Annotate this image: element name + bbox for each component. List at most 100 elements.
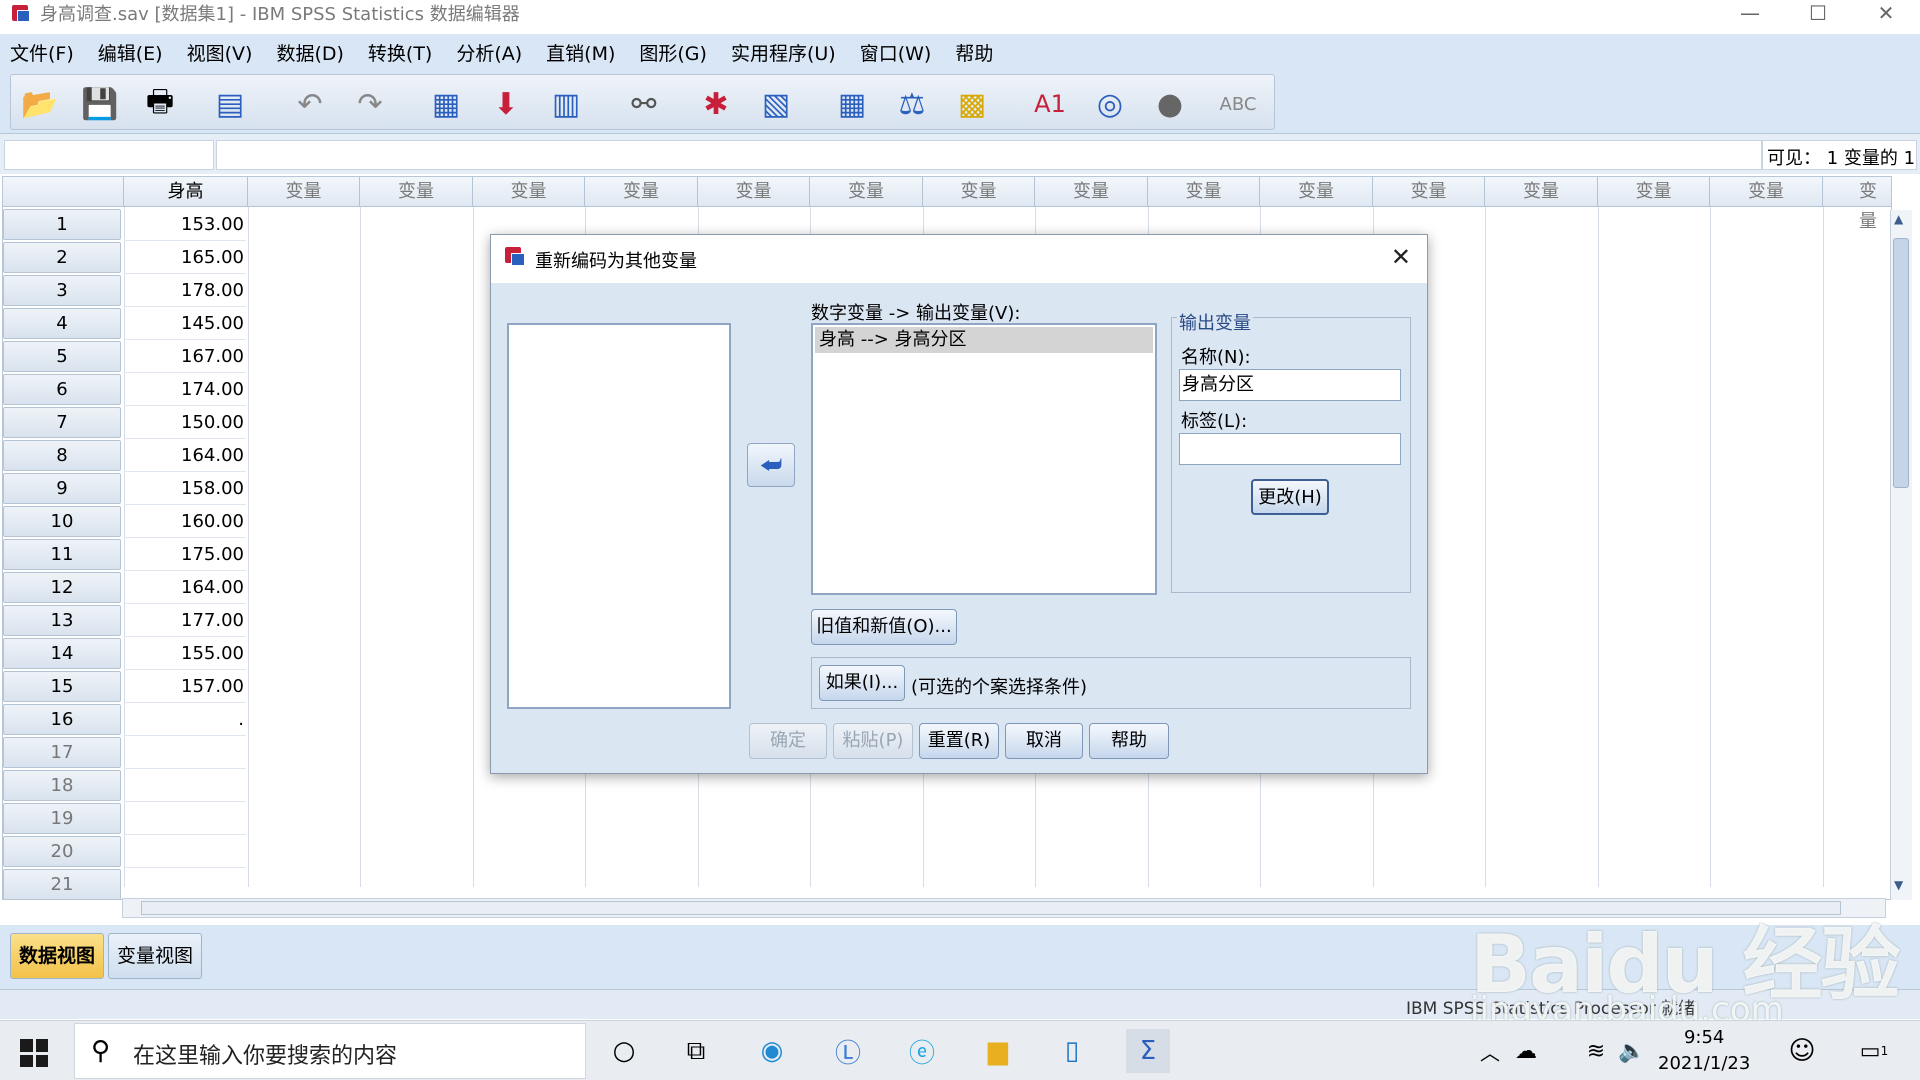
height-value-cell[interactable]: 164.00 (124, 439, 246, 472)
row-header[interactable]: 6 (3, 374, 121, 405)
l-app-icon[interactable]: Ⓛ (826, 1029, 870, 1073)
menu-view[interactable]: 视图(V) (187, 39, 253, 66)
edge-browser-icon[interactable]: ◉ (750, 1029, 794, 1073)
column-header-var[interactable]: 变量 (698, 177, 810, 207)
undo-icon[interactable]: ↶ (287, 81, 333, 127)
row-header[interactable]: 7 (3, 407, 121, 438)
goto-case-icon[interactable]: ▦ (423, 81, 469, 127)
redo-icon[interactable]: ↷ (347, 81, 393, 127)
row-header[interactable]: 10 (3, 506, 121, 537)
column-header-var[interactable]: 变量 (810, 177, 923, 207)
column-header-var[interactable]: 变量 (1485, 177, 1598, 207)
value-labels-icon[interactable]: A1 (1027, 81, 1073, 127)
old-new-values-button[interactable]: 旧值和新值(O)... (811, 609, 957, 645)
menu-edit[interactable]: 编辑(E) (98, 39, 163, 66)
file-explorer-icon[interactable]: ▆ (976, 1029, 1020, 1073)
scroll-down-icon[interactable]: ▼ (1894, 878, 1903, 892)
spss-taskbar-icon[interactable]: Σ (1126, 1029, 1170, 1073)
column-header-var[interactable]: 变量 (585, 177, 698, 207)
menu-help[interactable]: 帮助 (955, 39, 993, 66)
select-cases-icon[interactable]: ▩ (949, 81, 995, 127)
menu-direct-marketing[interactable]: 直销(M) (546, 39, 615, 66)
task-view-icon[interactable]: ⧉ (674, 1029, 718, 1073)
ie-browser-icon[interactable]: ⓔ (900, 1029, 944, 1073)
height-value-cell[interactable]: 145.00 (124, 307, 246, 340)
row-header[interactable]: 17 (3, 737, 121, 768)
open-folder-icon[interactable]: 📂 (17, 81, 63, 127)
height-value-cell[interactable]: . (124, 703, 246, 736)
column-header-var[interactable]: 变量 (1035, 177, 1148, 207)
column-header-var[interactable]: 变量 (1710, 177, 1823, 207)
row-header[interactable]: 19 (3, 803, 121, 834)
save-icon[interactable]: 💾 (77, 81, 123, 127)
height-value-cell[interactable]: 155.00 (124, 637, 246, 670)
row-header[interactable]: 18 (3, 770, 121, 801)
insert-variable-icon[interactable]: ▧ (753, 81, 799, 127)
vertical-scrollbar[interactable]: ▲ ▼ (1890, 210, 1912, 900)
height-value-cell[interactable]: 160.00 (124, 505, 246, 538)
row-header[interactable]: 12 (3, 572, 121, 603)
column-header-var[interactable]: 变量 (1260, 177, 1373, 207)
row-header[interactable]: 15 (3, 671, 121, 702)
dialog-close-icon[interactable]: ✕ (1391, 243, 1411, 271)
phone-app-icon[interactable]: ▯ (1050, 1029, 1094, 1073)
find-icon[interactable]: ⚯ (621, 81, 667, 127)
spelling-icon[interactable]: ABC (1215, 81, 1261, 127)
use-sets-icon[interactable]: ◎ (1087, 81, 1133, 127)
height-value-cell[interactable] (124, 802, 246, 835)
menu-file[interactable]: 文件(F) (10, 39, 74, 66)
height-value-cell[interactable] (124, 769, 246, 802)
column-header-var[interactable]: 变量 (1373, 177, 1485, 207)
menu-utilities[interactable]: 实用程序(U) (731, 39, 836, 66)
windows-start-icon[interactable] (20, 1039, 48, 1067)
row-header[interactable]: 16 (3, 704, 121, 735)
mapping-list[interactable]: 身高 --> 身高分区 (811, 323, 1157, 595)
taskbar-clock[interactable]: 9:54 2021/1/23 (1658, 1025, 1750, 1077)
row-header[interactable]: 5 (3, 341, 121, 372)
name-field[interactable]: 身高分区 (1179, 369, 1401, 401)
column-header-var[interactable]: 变量 (1823, 177, 1891, 232)
show-all-variables-icon[interactable]: ● (1147, 81, 1193, 127)
menu-graphs[interactable]: 图形(G) (639, 39, 707, 66)
column-header-var[interactable]: 变量 (1598, 177, 1710, 207)
row-header[interactable]: 14 (3, 638, 121, 669)
maximize-button[interactable]: ☐ (1784, 0, 1852, 26)
row-header[interactable]: 2 (3, 242, 121, 273)
close-button[interactable]: ✕ (1852, 0, 1920, 26)
height-value-cell[interactable]: 150.00 (124, 406, 246, 439)
cancel-button[interactable]: 取消 (1005, 723, 1083, 759)
move-variable-button[interactable]: ⮨ (747, 443, 795, 487)
height-value-cell[interactable]: 165.00 (124, 241, 246, 274)
reset-button[interactable]: 重置(R) (919, 723, 999, 759)
paste-button[interactable]: 粘贴(P) (833, 723, 913, 759)
tab-data-view[interactable]: 数据视图 (10, 933, 105, 979)
height-value-cell[interactable]: 164.00 (124, 571, 246, 604)
scroll-up-icon[interactable]: ▲ (1894, 212, 1903, 226)
height-value-cell[interactable]: 157.00 (124, 670, 246, 703)
cell-value-field[interactable] (216, 140, 1762, 170)
height-value-cell[interactable] (124, 736, 246, 769)
height-value-cell[interactable]: 153.00 (124, 208, 246, 241)
row-header[interactable]: 8 (3, 440, 121, 471)
dialog-recall-icon[interactable]: ▤ (207, 81, 253, 127)
volume-icon[interactable]: 🔈 (1610, 1029, 1654, 1073)
goto-variable-icon[interactable]: ⬇ (483, 81, 529, 127)
print-icon[interactable]: 🖶 (137, 81, 183, 127)
menu-transform[interactable]: 转换(T) (368, 39, 432, 66)
row-header[interactable]: 3 (3, 275, 121, 306)
split-file-icon[interactable]: ▦ (829, 81, 875, 127)
vertical-scroll-thumb[interactable] (1893, 238, 1909, 488)
corner-cell[interactable] (3, 177, 124, 207)
tab-variable-view[interactable]: 变量视图 (108, 933, 203, 979)
row-header[interactable]: 21 (3, 869, 121, 899)
menu-data[interactable]: 数据(D) (276, 39, 343, 66)
height-value-cell[interactable] (124, 868, 246, 899)
cell-reference-field[interactable] (4, 140, 214, 170)
source-variable-list[interactable] (507, 323, 731, 709)
change-button[interactable]: 更改(H) (1251, 479, 1329, 515)
row-header[interactable]: 1 (3, 209, 121, 240)
if-button[interactable]: 如果(I)... (819, 665, 905, 701)
height-value-cell[interactable]: 174.00 (124, 373, 246, 406)
emoji-icon[interactable]: ☺ (1780, 1029, 1824, 1073)
column-header-var[interactable]: 变量 (473, 177, 585, 207)
